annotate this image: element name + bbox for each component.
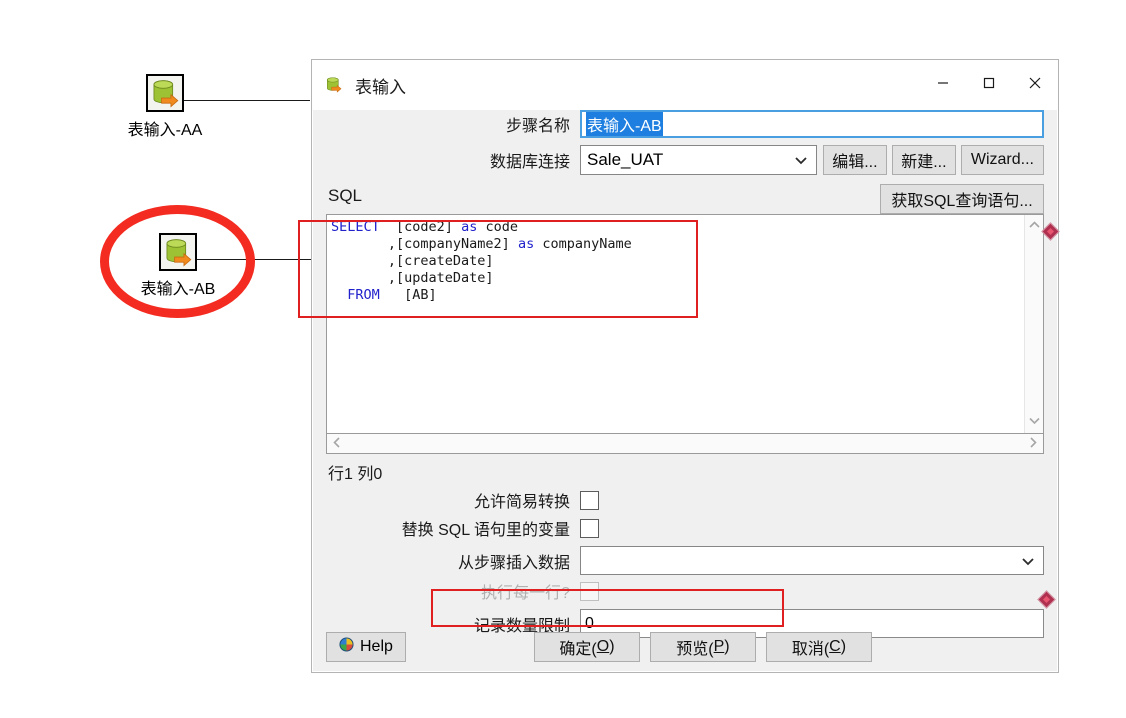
connection-row: 数据库连接 Sale_UAT 编辑... 新建... Wizard... [326, 145, 1044, 175]
dialog-footer: Help 确定(O) 预览(P) 取消(C) [312, 622, 1058, 672]
dialog-titlebar[interactable]: 表输入 [312, 60, 1058, 110]
minimize-icon[interactable] [920, 60, 966, 106]
footer-actions: 确定(O) 预览(P) 取消(C) [406, 632, 1000, 662]
new-connection-button[interactable]: 新建... [891, 145, 956, 175]
replace-variables-label: 替换 SQL 语句里的变量 [401, 522, 570, 539]
step-node-label: 表输入-AA [127, 122, 203, 139]
help-globe-icon [339, 637, 354, 657]
window-controls [920, 60, 1058, 106]
execute-each-row-label: 执行每一行? [481, 585, 570, 602]
chevron-up-icon[interactable] [1028, 219, 1041, 234]
step-name-row: 步骤名称 表输入-AB [326, 110, 1044, 138]
table-input-icon [159, 233, 197, 271]
table-input-icon [146, 74, 184, 112]
chevron-down-icon[interactable] [1028, 414, 1041, 429]
chevron-right-icon[interactable] [1026, 436, 1039, 451]
execute-each-row-row: 执行每一行? [326, 579, 1044, 603]
help-button[interactable]: Help [326, 632, 406, 662]
step-name-label: 步骤名称 [505, 118, 570, 135]
step-name-input[interactable]: 表输入-AB [580, 110, 1044, 138]
step-name-value: 表输入-AB [586, 112, 663, 136]
sql-label: SQL [328, 186, 363, 205]
wizard-button[interactable]: Wizard... [960, 145, 1044, 175]
get-sql-button[interactable]: 获取SQL查询语句... [880, 184, 1044, 214]
preview-mnemonic: P [713, 638, 725, 655]
ok-mnemonic: O [596, 638, 610, 655]
sql-editor[interactable]: SELECT [code2] as code ,[companyName2] a… [326, 214, 1044, 434]
insert-from-step-row: 从步骤插入数据 [326, 546, 1044, 575]
lazy-conversion-checkbox[interactable] [580, 490, 599, 510]
insert-from-step-label: 从步骤插入数据 [457, 554, 570, 572]
step-node-ab[interactable]: 表输入-AB [98, 233, 258, 299]
lazy-conversion-row: 允许简易转换 [326, 488, 1044, 512]
table-input-icon [324, 75, 346, 95]
chevron-left-icon[interactable] [331, 436, 344, 451]
sql-horizontal-scrollbar[interactable] [326, 434, 1044, 454]
close-icon[interactable] [1012, 60, 1058, 106]
ok-button[interactable]: 确定(O) [533, 632, 640, 662]
preview-button[interactable]: 预览(P) [649, 632, 756, 662]
dialog-body: 步骤名称 表输入-AB 数据库连接 Sale_UAT 编辑... 新建... W… [312, 110, 1058, 638]
replace-variables-checkbox[interactable] [580, 518, 599, 538]
cancel-button[interactable]: 取消(C) [765, 632, 872, 662]
insert-from-step-select[interactable] [580, 546, 1044, 575]
connection-select[interactable]: Sale_UAT [580, 145, 817, 175]
edit-connection-button[interactable]: 编辑... [822, 145, 887, 175]
step-node-aa[interactable]: 表输入-AA [85, 74, 245, 140]
table-input-dialog: 表输入 步骤名称 表输入-AB 数据库连接 Sale_UAT 编辑... 新建.… [311, 59, 1059, 673]
maximize-icon[interactable] [966, 60, 1012, 106]
help-label: Help [360, 638, 393, 655]
connection-label: 数据库连接 [489, 154, 570, 171]
execute-each-row-checkbox [580, 581, 599, 601]
dialog-title: 表输入 [355, 77, 406, 97]
step-node-label: 表输入-AB [140, 281, 216, 298]
chevron-down-icon [1013, 547, 1043, 574]
sql-vertical-scrollbar[interactable] [1024, 215, 1043, 433]
cursor-status: 行1 列0 [328, 466, 383, 483]
connection-value: Sale_UAT [587, 150, 664, 169]
cancel-mnemonic: C [829, 638, 841, 655]
sql-text[interactable]: SELECT [code2] as code ,[companyName2] a… [327, 215, 1024, 433]
chevron-down-icon [786, 146, 816, 174]
lazy-conversion-label: 允许简易转换 [473, 494, 570, 511]
replace-variables-row: 替换 SQL 语句里的变量 [326, 516, 1044, 540]
